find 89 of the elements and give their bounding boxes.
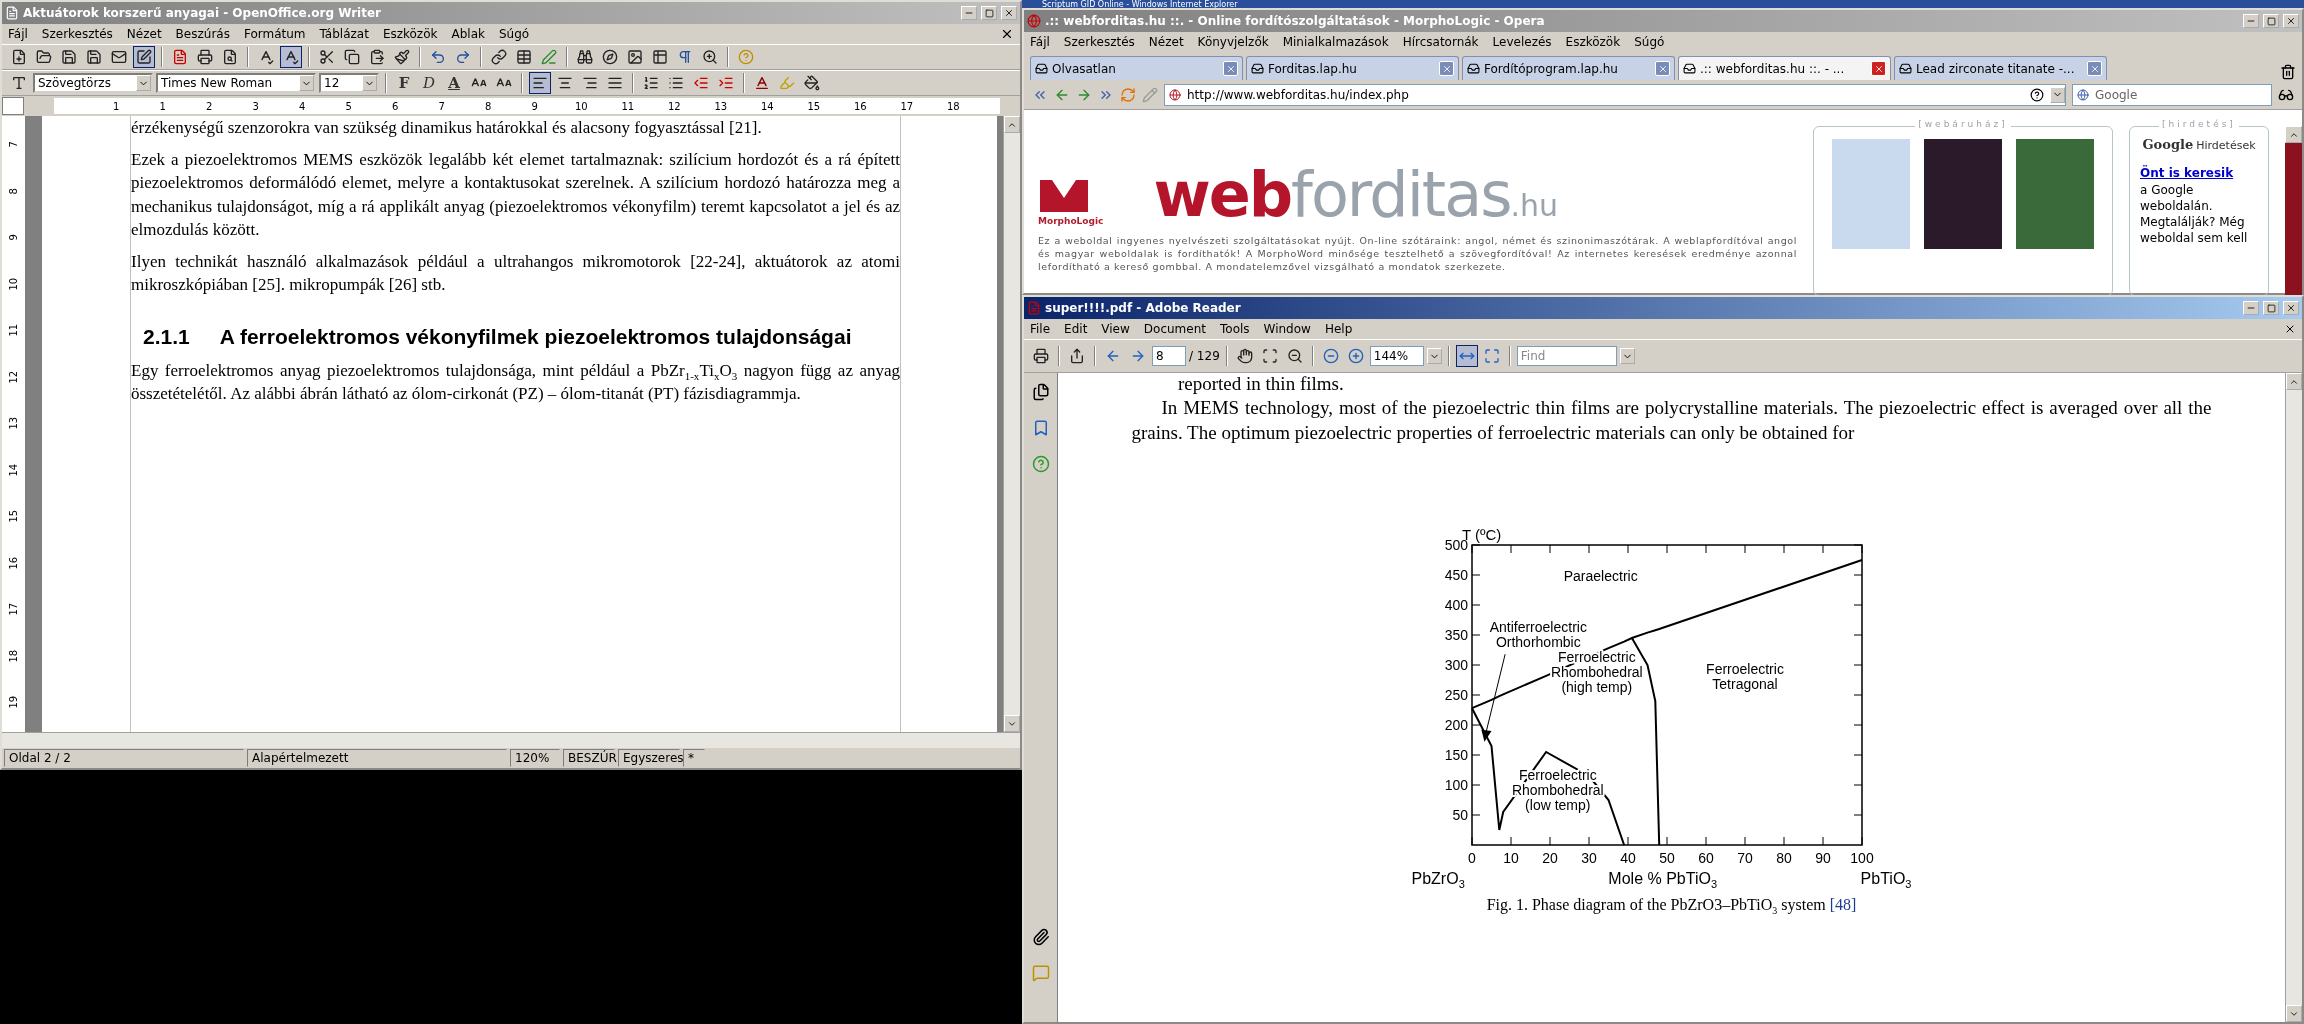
- ruler-number: 19: [7, 694, 20, 711]
- status-field: Oldal 2 / 2: [4, 749, 244, 767]
- window-title: Scriptum GID Online - Windows Internet Explorer: [1042, 0, 1238, 9]
- phase-label: Paraelectric: [1563, 568, 1638, 584]
- ruler-number: 1: [158, 100, 167, 112]
- y-tick-label: 200: [1444, 717, 1468, 733]
- ruler-number: 5: [344, 100, 353, 112]
- ruler-number: 10: [7, 276, 20, 293]
- ruler-number: 11: [7, 322, 20, 339]
- x-tick-label: 30: [1580, 850, 1597, 866]
- ruler-number: 7: [437, 100, 446, 112]
- status-field: BESZÚR: [563, 749, 615, 767]
- status-field: Alapértelmezett: [247, 749, 507, 767]
- window-title: super!!!!.pdf - Adobe Reader: [1045, 301, 1242, 315]
- x-tick-label: 90: [1814, 850, 1831, 866]
- window-title: Aktuátorok korszerű anyagai - OpenOffice.org Writer: [23, 6, 382, 20]
- ad-text: a Google weboldalán. Megtalálják? Még weboldal sem kell: [2140, 182, 2249, 246]
- status-field: 120%: [510, 749, 560, 767]
- x-tick-label: 20: [1541, 850, 1558, 866]
- x-tick-label: 0: [1467, 850, 1476, 866]
- ruler-number: 8: [484, 100, 493, 112]
- ruler-number: 6: [391, 100, 400, 112]
- ruler-number: 1: [112, 100, 121, 112]
- ruler-number: 11: [620, 100, 636, 112]
- ruler-number: 14: [7, 462, 20, 479]
- figure-caption: Fig. 1. Phase diagram of the PbZrO3–PbTiO$_{3}$ system [48]: [1486, 896, 1857, 917]
- ruler-number: 12: [666, 100, 682, 112]
- ruler-number: 15: [7, 508, 20, 525]
- status-field: *: [683, 749, 705, 767]
- x-tick-label: 10: [1502, 850, 1519, 866]
- ruler-number: 16: [852, 100, 868, 112]
- ruler-number: 14: [759, 100, 775, 112]
- heading-number: 2.1.1: [143, 324, 190, 349]
- x-tick-label: 40: [1619, 850, 1636, 866]
- phase-label: Antiferroelectric Orthorhombic: [1489, 619, 1587, 650]
- ruler-number: 10: [573, 100, 589, 112]
- axis-end-label: PbTiO$_{3}$: [1860, 870, 1912, 891]
- body-paragraph: érzékenységű szenzorokra van szükség dinamikus határokkal és alacsony fogyasztással [21].: [131, 117, 763, 139]
- y-tick-label: 50: [1451, 807, 1468, 823]
- window-title: .:: webforditas.hu ::. - Online fordítószolgáltatások - MorphoLogic - Opera: [1045, 14, 1546, 28]
- ruler-number: 9: [7, 233, 20, 243]
- phase-label: Ferroelectric Tetragonal: [1705, 661, 1784, 692]
- ruler-number: 18: [945, 100, 961, 112]
- y-tick-label: 250: [1444, 687, 1468, 703]
- ruler-number: 16: [7, 555, 20, 572]
- ruler-number: 4: [298, 100, 307, 112]
- panel-title: [hirdetés]: [2159, 119, 2239, 129]
- y-tick-label: 450: [1444, 567, 1468, 583]
- dropdown-value: Times New Roman: [161, 76, 273, 90]
- y-tick-label: 400: [1444, 597, 1468, 613]
- ruler-number: 12: [7, 369, 20, 386]
- x-tick-label: 100: [1849, 850, 1874, 866]
- section-heading: A ferroelektromos vékonyfilmek piezoelektromos tulajdonságai: [219, 324, 852, 349]
- y-tick-label: 300: [1444, 657, 1468, 673]
- ruler-number: 9: [530, 100, 539, 112]
- ruler-number: 17: [899, 100, 915, 112]
- y-tick-label: 100: [1444, 777, 1468, 793]
- body-paragraph: Egy ferroelektromos anyag piezoelektromos tulajdonsága, mint például a PbZr$_{1-x}$Ti$_{x}$O$_{3}$ nagyon függ az anyag összetételétől. Az alábbi ábrán látható az ólom-cirkonát (PZ) – ólom-titanát (PT) fázisdiagrammja.: [131, 359, 900, 405]
- x-tick-label: 50: [1658, 850, 1675, 866]
- intro-paragraph: Ez a weboldal ingyenes nyelvészeti szolgáltatásokat nyújt. On-line szótáraink: angol, német és szinonimaszótárak. A weblapfordítóval angol és magyar weboldalak is fordíthatók! A MorphoWord minősége tesztelhető a szövegfordítóval! Az internetes keresések eredménye azonnal lefordítható a kereső gombbal. A mondatelemzővel vizsgálható a mondatok szerkezete.: [1038, 234, 1797, 273]
- body-paragraph: Ezek a piezoelektromos MEMS eszközök legalább két elemet tartalmaznak: szilícium hordozót és a rá épített piezoelektromos deformálódó elemet, melyre a kontaktusokat szerelnek. A szilícium hordozó határozza meg a mechanikus tulajdonságot, míg a rá applikált anyag (piezoelektromos vékonyfilm) teremt kapcsolatot a jel és az elmozdulás között.: [131, 148, 900, 241]
- ruler-number: 2: [205, 100, 214, 112]
- ruler-number: 3: [251, 100, 260, 112]
- body-paragraph: In MEMS technology, most of the piezoelectric thin films are polycrystalline materials. The piezoelectric effect is averaged over all the grains. The optimum piezoelectric properties of ferroelectric materials can only be obtained for: [1131, 396, 2212, 445]
- dropdown-value: Szövegtörzs: [38, 76, 111, 90]
- ruler-number: 7: [7, 140, 20, 150]
- x-tick-label: 60: [1697, 850, 1714, 866]
- x-tick-label: 80: [1775, 850, 1792, 866]
- y-tick-label: 350: [1444, 627, 1468, 643]
- page-count: / 129: [1189, 349, 1220, 363]
- x-tick-label: 70: [1736, 850, 1753, 866]
- logo-caption: MorphoLogic: [1038, 216, 1104, 226]
- search-engine-text: Google: [2095, 87, 2138, 102]
- body-paragraph: Ilyen technikát használó alkalmazások például a ultrahangos mikromotorok [22-24], aktuátorok az atomi mikroszkópiában [25]. mikropumpák [26] stb.: [131, 250, 900, 296]
- dropdown-value: 12: [324, 76, 340, 90]
- ruler-number: 8: [7, 186, 20, 196]
- ads-label: Hirdetések: [2196, 139, 2256, 152]
- ruler-number: 18: [7, 648, 20, 665]
- y-tick-label: 150: [1444, 747, 1468, 763]
- axis-end-label: PbZrO$_{3}$: [1411, 870, 1465, 891]
- ruler-number: 15: [806, 100, 822, 112]
- body-text-line: reported in thin films.: [1177, 373, 1344, 395]
- ruler-number: 17: [7, 601, 20, 618]
- x-axis-title: Mole % PbTiO$_{3}$: [1608, 870, 1717, 891]
- panel-title: [webáruház]: [1915, 119, 2011, 129]
- ruler-number: 13: [713, 100, 729, 112]
- ads-brand: Google: [2142, 137, 2194, 152]
- address-text: http://www.webforditas.hu/index.php: [1187, 87, 1409, 102]
- ruler-number: 13: [7, 415, 20, 432]
